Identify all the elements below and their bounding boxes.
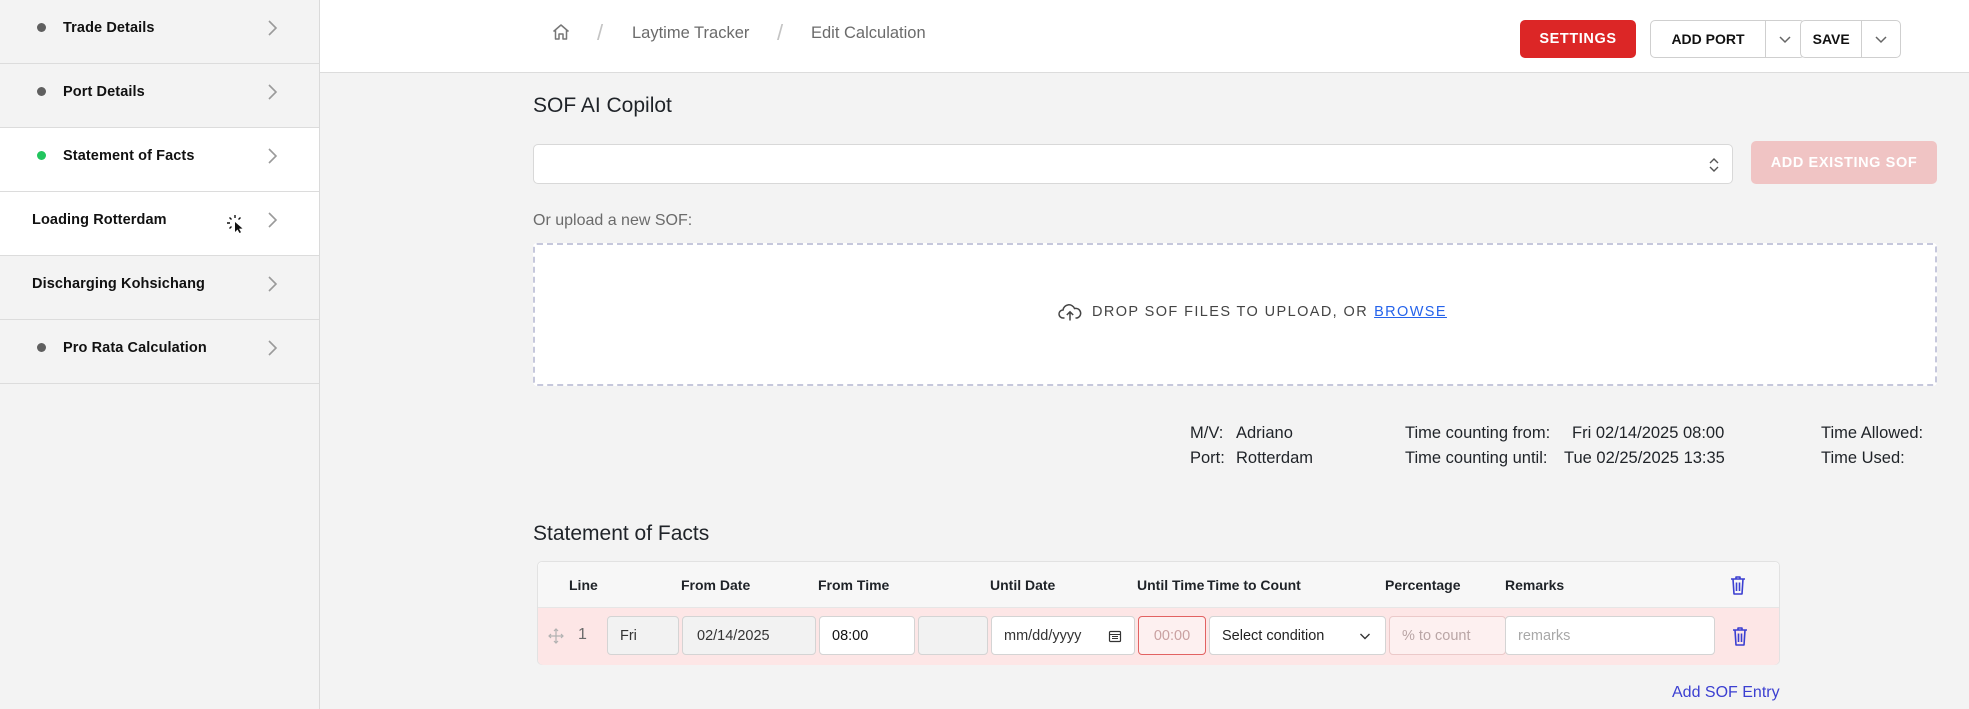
sidebar-item-label: Port Details	[63, 84, 145, 100]
save-button-group: SAVE	[1800, 20, 1901, 58]
browse-link[interactable]: BROWSE	[1374, 304, 1447, 320]
delete-row-icon[interactable]	[1730, 625, 1750, 647]
sidebar-item-loading-rotterdam[interactable]: Loading Rotterdam	[0, 192, 319, 256]
column-header-percentage: Percentage	[1385, 577, 1461, 593]
column-header-time-to-count: Time to Count	[1207, 577, 1301, 593]
breadcrumb-separator: /	[777, 20, 784, 45]
chevron-right-icon	[268, 212, 278, 228]
home-icon[interactable]	[551, 22, 571, 42]
chevron-down-icon	[1875, 36, 1887, 44]
add-port-button[interactable]: ADD PORT	[1651, 21, 1766, 57]
status-dot	[37, 343, 46, 352]
line-number: 1	[578, 626, 587, 643]
add-sof-entry-link[interactable]: Add SOF Entry	[1672, 684, 1780, 702]
add-port-dropdown[interactable]	[1766, 21, 1804, 57]
port-value: Rotterdam	[1236, 449, 1314, 467]
until-date-placeholder: mm/dd/yyyy	[1004, 627, 1082, 644]
sidebar-item-label: Loading Rotterdam	[32, 212, 167, 228]
sof-dropzone[interactable]: DROP SOF FILES TO UPLOAD, OR BROWSE	[533, 243, 1937, 386]
time-to-count-value: Select condition	[1222, 627, 1325, 644]
cloud-upload-icon	[1058, 304, 1082, 321]
chevron-down-icon	[1360, 633, 1370, 640]
breadcrumb-separator: /	[597, 20, 604, 45]
chevron-right-icon	[268, 276, 278, 292]
chevron-right-icon	[268, 148, 278, 164]
sidebar-item-port-details[interactable]: Port Details	[0, 64, 319, 128]
sof-table: Line From Date From Time Until Date Unti…	[537, 561, 1780, 665]
calendar-icon[interactable]	[1108, 629, 1122, 643]
table-header: Line From Date From Time Until Date Unti…	[538, 562, 1779, 608]
time-used-label: Time Used:	[1821, 449, 1905, 467]
percentage-field[interactable]: % to count	[1389, 616, 1506, 655]
save-button[interactable]: SAVE	[1801, 21, 1863, 57]
column-header-until-date: Until Date	[990, 577, 1056, 593]
time-counting-until-value: Tue 02/25/2025 13:35	[1564, 449, 1725, 467]
mv-value: Adriano	[1236, 424, 1293, 442]
sidebar: Trade Details Port Details Statement of …	[0, 0, 320, 709]
chevron-right-icon	[268, 340, 278, 356]
until-time-field[interactable]: 00:00	[1138, 616, 1206, 655]
remarks-field[interactable]: remarks	[1505, 616, 1715, 655]
table-row: 1 Fri 02/14/2025 08:00 mm/dd/yyyy 00:00 …	[538, 608, 1779, 665]
sidebar-item-statement-of-facts[interactable]: Statement of Facts	[0, 128, 319, 192]
add-existing-sof-button[interactable]: ADD EXISTING SOF	[1751, 141, 1937, 184]
until-day-field	[918, 616, 988, 655]
time-counting-from-value: Fri 02/14/2025 08:00	[1572, 424, 1725, 442]
header: / Laytime Tracker / Edit Calculation SET…	[320, 0, 1969, 73]
sidebar-item-discharging-kohsichang[interactable]: Discharging Kohsichang	[0, 256, 319, 320]
column-header-until-time: Until Time	[1137, 577, 1205, 593]
time-counting-from-label: Time counting from:	[1405, 424, 1551, 442]
day-field: Fri	[607, 616, 679, 655]
sidebar-item-label: Pro Rata Calculation	[63, 340, 207, 356]
existing-sof-select[interactable]	[533, 144, 1733, 184]
settings-button[interactable]: SETTINGS	[1520, 20, 1636, 58]
chevron-right-icon	[268, 84, 278, 100]
from-time-field[interactable]: 08:00	[819, 616, 915, 655]
sidebar-item-label: Statement of Facts	[63, 148, 195, 164]
breadcrumb-laytime-tracker[interactable]: Laytime Tracker	[632, 24, 749, 43]
column-header-from-time: From Time	[818, 577, 890, 593]
upload-label: Or upload a new SOF:	[533, 212, 693, 229]
port-label: Port:	[1190, 449, 1225, 467]
mv-label: M/V:	[1190, 424, 1224, 442]
copilot-title: SOF AI Copilot	[533, 94, 672, 117]
status-dot	[37, 151, 46, 160]
add-port-button-group: ADD PORT	[1650, 20, 1805, 58]
sidebar-item-label: Discharging Kohsichang	[32, 276, 205, 292]
until-date-field[interactable]: mm/dd/yyyy	[991, 616, 1135, 655]
sidebar-item-pro-rata-calculation[interactable]: Pro Rata Calculation	[0, 320, 319, 384]
chevron-right-icon	[268, 20, 278, 36]
drag-handle-icon[interactable]	[548, 628, 564, 644]
save-dropdown[interactable]	[1862, 21, 1900, 57]
from-date-field[interactable]: 02/14/2025	[682, 616, 816, 655]
column-header-from-date: From Date	[681, 577, 751, 593]
column-header-remarks: Remarks	[1505, 577, 1565, 593]
drop-text: DROP SOF FILES TO UPLOAD, OR	[1092, 304, 1369, 320]
time-to-count-select[interactable]: Select condition	[1209, 616, 1386, 655]
chevron-down-icon	[1779, 36, 1791, 44]
sidebar-item-label: Trade Details	[63, 20, 155, 36]
status-dot	[37, 87, 46, 96]
sof-section-title: Statement of Facts	[533, 522, 710, 545]
delete-all-icon[interactable]	[1728, 574, 1748, 596]
time-allowed-label: Time Allowed:	[1821, 424, 1924, 442]
breadcrumb-edit-calculation: Edit Calculation	[811, 24, 926, 42]
time-counting-until-label: Time counting until:	[1405, 449, 1548, 467]
status-dot	[37, 23, 46, 32]
column-header-line: Line	[569, 577, 598, 593]
sidebar-item-trade-details[interactable]: Trade Details	[0, 0, 319, 64]
pointer-click-icon	[227, 215, 243, 233]
select-arrows-icon	[1709, 158, 1719, 172]
